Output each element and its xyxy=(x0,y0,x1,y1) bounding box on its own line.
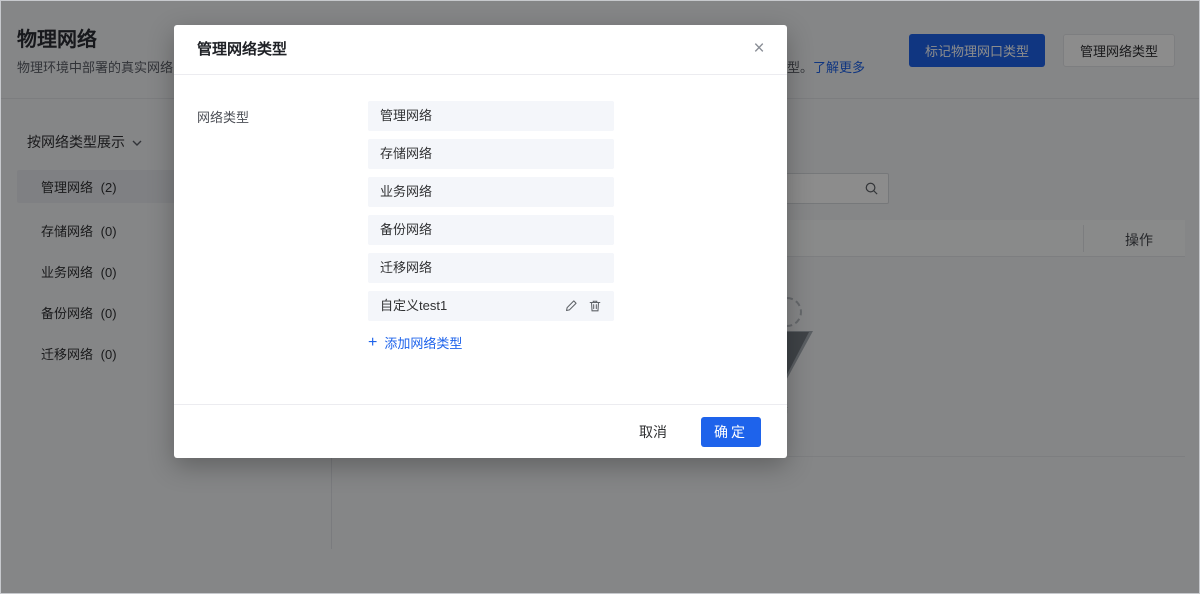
item-actions xyxy=(564,299,602,313)
network-type-item: 业务网络 xyxy=(368,177,614,207)
network-type-name: 业务网络 xyxy=(380,177,602,207)
network-type-item: 存储网络 xyxy=(368,139,614,169)
manage-network-type-modal: 管理网络类型 × 网络类型 管理网络 存储网络 业务网络 备份网络 迁移网络 自… xyxy=(174,25,787,458)
network-type-name: 备份网络 xyxy=(380,215,602,245)
edit-icon[interactable] xyxy=(564,299,578,313)
network-type-item: 备份网络 xyxy=(368,215,614,245)
screen: 物理网络 物理环境中部署的真实网络 型。了解更多 标记物理网口类型 管理网络类型… xyxy=(0,0,1200,594)
network-type-list: 管理网络 存储网络 业务网络 备份网络 迁移网络 自定义test1 xyxy=(368,101,614,329)
delete-icon[interactable] xyxy=(588,299,602,313)
network-type-field-label: 网络类型 xyxy=(197,107,249,126)
close-icon[interactable]: × xyxy=(747,37,771,61)
modal-title: 管理网络类型 xyxy=(197,25,287,74)
modal-footer: 取消 确定 xyxy=(174,404,787,458)
add-network-type-label: 添加网络类型 xyxy=(384,333,462,352)
add-network-type-button[interactable]: + 添加网络类型 xyxy=(368,333,462,352)
network-type-item: 管理网络 xyxy=(368,101,614,131)
custom-network-type-item: 自定义test1 xyxy=(368,291,614,321)
network-type-item: 迁移网络 xyxy=(368,253,614,283)
cancel-button[interactable]: 取消 xyxy=(633,421,673,443)
network-type-name: 管理网络 xyxy=(380,101,602,131)
network-type-name: 迁移网络 xyxy=(380,253,602,283)
network-type-name: 存储网络 xyxy=(380,139,602,169)
custom-network-type-name: 自定义test1 xyxy=(380,291,564,321)
modal-header: 管理网络类型 × xyxy=(174,25,787,75)
plus-icon: + xyxy=(368,335,377,351)
confirm-button[interactable]: 确定 xyxy=(701,417,761,447)
